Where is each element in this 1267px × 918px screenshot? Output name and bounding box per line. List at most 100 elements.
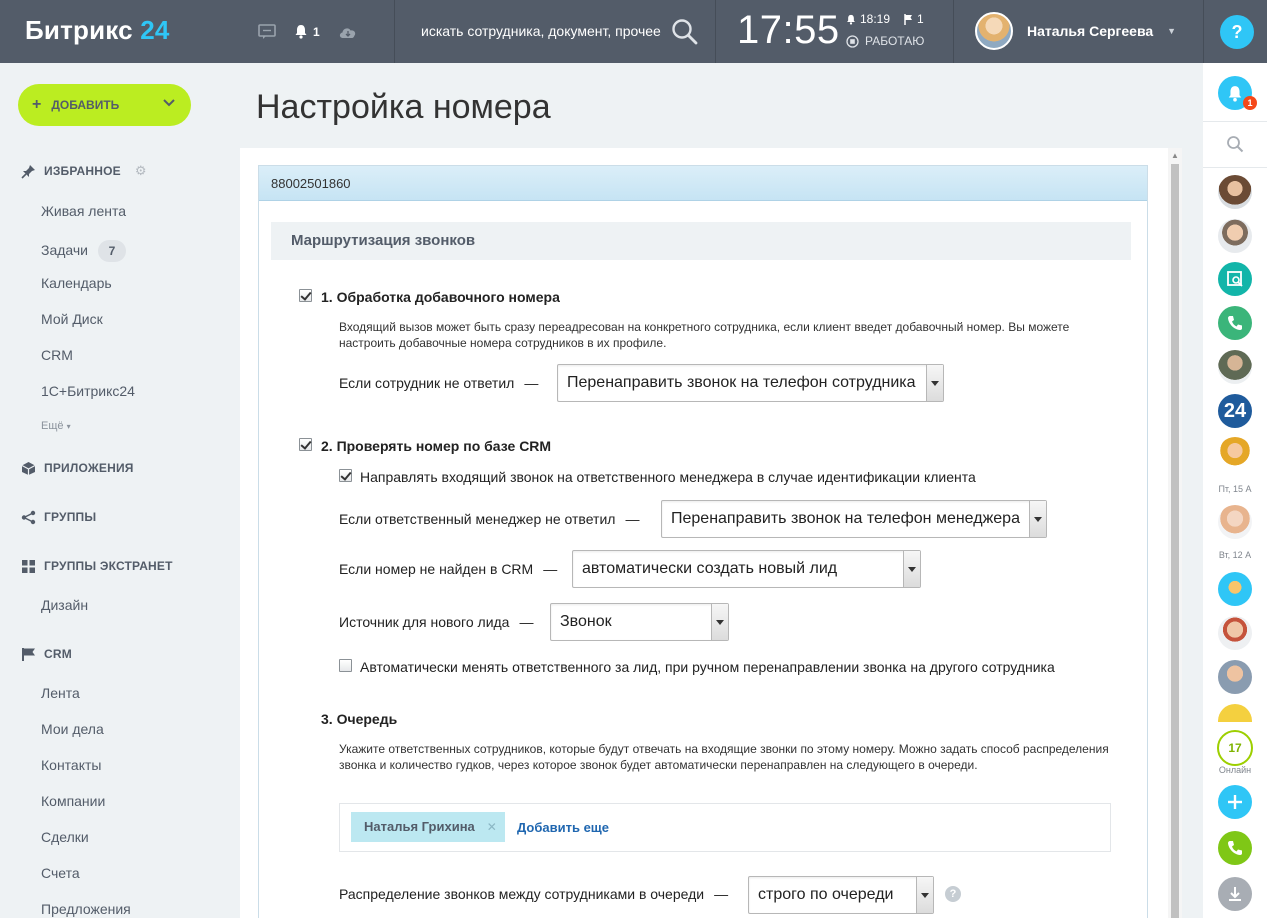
lead-source-select[interactable]: Звонок bbox=[550, 603, 729, 641]
contact-avatar[interactable] bbox=[1218, 505, 1252, 539]
auto-change-responsible-label[interactable]: Автоматически менять ответственного за л… bbox=[360, 659, 1055, 675]
contact-avatar[interactable] bbox=[1218, 262, 1252, 296]
online-counter[interactable]: 17 bbox=[1217, 730, 1253, 766]
section-1-description: Входящий вызов может быть сразу переадре… bbox=[339, 320, 1070, 350]
phone-icon bbox=[1228, 841, 1242, 855]
notifications-button[interactable]: 1 bbox=[294, 24, 320, 39]
help-icon[interactable]: ? bbox=[945, 886, 961, 902]
search-icon[interactable] bbox=[1226, 135, 1244, 153]
menu-item-disk[interactable]: Мой Диск bbox=[41, 311, 103, 327]
route-to-manager-checkbox[interactable] bbox=[339, 469, 352, 482]
menu-item-crm[interactable]: CRM bbox=[41, 347, 73, 363]
contact-avatar[interactable] bbox=[1218, 572, 1252, 606]
menu-item-contacts[interactable]: Контакты bbox=[41, 757, 101, 773]
dash: — bbox=[714, 886, 729, 902]
menu-item-feed[interactable]: Живая лента bbox=[41, 203, 126, 219]
manager-no-answer-select[interactable]: Перенаправить звонок на телефон менеджер… bbox=[661, 500, 1047, 538]
phone-icon bbox=[1228, 316, 1242, 330]
pin-icon bbox=[20, 163, 36, 179]
call-button[interactable] bbox=[1218, 831, 1252, 865]
chevron-down-icon bbox=[903, 551, 920, 587]
menu-section-groups[interactable]: ГРУППЫ bbox=[20, 509, 96, 525]
menu-section-extranet[interactable]: ГРУППЫ ЭКСТРАНЕТ bbox=[20, 558, 173, 574]
contact-avatar[interactable] bbox=[1218, 437, 1252, 471]
contact-avatar[interactable] bbox=[1218, 219, 1252, 253]
menu-item-1c[interactable]: 1С+Битрикс24 bbox=[41, 383, 135, 399]
menu-section-favorites[interactable]: ИЗБРАННОЕ ⚙ bbox=[20, 163, 147, 179]
not-found-action-select[interactable]: автоматически создать новый лид bbox=[572, 550, 921, 588]
clock-status[interactable]: 18:19 1 РАБОТАЮ bbox=[846, 12, 924, 48]
flag-icon bbox=[904, 13, 913, 25]
notifications-badge: 1 bbox=[1243, 96, 1257, 110]
add-more-link[interactable]: Добавить еще bbox=[517, 820, 609, 835]
help-button[interactable]: ? bbox=[1220, 15, 1254, 49]
add-chat-button[interactable] bbox=[1218, 785, 1252, 819]
menu-section-crm[interactable]: CRM bbox=[20, 646, 72, 662]
stop-circle-icon bbox=[846, 34, 859, 48]
select-value: Перенаправить звонок на телефон сотрудни… bbox=[567, 374, 916, 391]
contact-avatar[interactable] bbox=[1218, 660, 1252, 694]
clock[interactable]: 17:55 bbox=[737, 8, 840, 53]
work-status: РАБОТАЮ bbox=[865, 34, 925, 48]
contact-avatar[interactable] bbox=[1218, 306, 1252, 340]
menu-item-quotes[interactable]: Предложения bbox=[41, 901, 131, 917]
flag-count: 1 bbox=[917, 12, 924, 26]
crm-check-checkbox[interactable] bbox=[299, 438, 312, 451]
scroll-thumb[interactable] bbox=[1171, 164, 1179, 918]
menu-item-design[interactable]: Дизайн bbox=[41, 597, 88, 613]
contact-avatar[interactable] bbox=[1218, 350, 1252, 384]
search-document-icon bbox=[1227, 271, 1243, 287]
add-button[interactable]: + ДОБАВИТЬ bbox=[18, 84, 191, 126]
menu-more[interactable]: Ещё ▾ bbox=[41, 420, 71, 432]
chevron-down-icon: ▾ bbox=[66, 422, 71, 431]
search-input[interactable] bbox=[421, 18, 661, 44]
user-menu[interactable]: Наталья Сергеева ▼ bbox=[975, 12, 1176, 50]
auto-change-responsible-checkbox[interactable] bbox=[339, 659, 352, 672]
bell-icon bbox=[295, 25, 307, 39]
bitrix24-button[interactable]: 24 bbox=[1218, 394, 1252, 428]
contact-avatar[interactable] bbox=[1218, 704, 1252, 722]
dash: — bbox=[543, 561, 558, 577]
employee-tag[interactable]: Наталья Грихина ✕ bbox=[351, 812, 505, 842]
logo[interactable]: Битрикс 24 bbox=[25, 15, 170, 46]
menu-item-crm-feed[interactable]: Лента bbox=[41, 685, 80, 701]
menu-item-deals[interactable]: Сделки bbox=[41, 829, 89, 845]
select-value: Звонок bbox=[560, 613, 612, 630]
queue-distribution-select[interactable]: строго по очереди bbox=[748, 876, 934, 914]
header-divider bbox=[953, 0, 954, 63]
menu-item-companies[interactable]: Компании bbox=[41, 793, 105, 809]
route-to-manager-label[interactable]: Направлять входящий звонок на ответствен… bbox=[360, 469, 976, 485]
menu-item-calendar[interactable]: Календарь bbox=[41, 275, 112, 291]
field-label: Распределение звонков между сотрудниками… bbox=[339, 886, 705, 902]
help-area: ? bbox=[1203, 0, 1267, 63]
contact-avatar[interactable] bbox=[1218, 616, 1252, 650]
logo-accent: 24 bbox=[140, 15, 170, 45]
scrollbar[interactable]: ▲ bbox=[1168, 148, 1182, 918]
contact-avatar[interactable] bbox=[1218, 175, 1252, 209]
extension-handling-checkbox[interactable] bbox=[299, 289, 312, 302]
search-icon[interactable] bbox=[671, 18, 699, 46]
menu-item-tasks[interactable]: Задачи 7 bbox=[41, 240, 127, 262]
menu-item-my-activities[interactable]: Мои дела bbox=[41, 721, 104, 737]
menu-section-apps[interactable]: ПРИЛОЖЕНИЯ bbox=[20, 460, 134, 476]
menu-item-invoices[interactable]: Счета bbox=[41, 865, 80, 881]
right-panel: 1 24 Пт, 15 А Вт, 12 А 17 Онлайн bbox=[1203, 63, 1267, 918]
gear-icon[interactable]: ⚙ bbox=[135, 163, 147, 179]
chevron-down-icon bbox=[926, 365, 943, 401]
employee-no-answer-select[interactable]: Перенаправить звонок на телефон сотрудни… bbox=[557, 364, 944, 402]
close-icon[interactable]: ✕ bbox=[487, 812, 497, 842]
cloud-icon[interactable] bbox=[338, 25, 358, 39]
divider bbox=[1203, 121, 1267, 122]
section-3-title: 3. Очередь bbox=[321, 711, 398, 727]
scroll-up-icon[interactable]: ▲ bbox=[1171, 151, 1179, 160]
section-1-title: 1. Обработка добавочного номера bbox=[321, 289, 560, 305]
field-label: Если сотрудник не ответил bbox=[339, 375, 515, 391]
field-label: Источник для нового лида bbox=[339, 614, 510, 630]
queue-employees-box[interactable]: Наталья Грихина ✕ Добавить еще bbox=[339, 803, 1111, 852]
menu-section-label: ПРИЛОЖЕНИЯ bbox=[44, 461, 134, 475]
download-button[interactable] bbox=[1218, 877, 1252, 911]
bell-icon bbox=[1228, 85, 1242, 102]
chevron-down-icon bbox=[1029, 501, 1046, 537]
header-search bbox=[395, 0, 715, 63]
chat-icon[interactable] bbox=[258, 23, 276, 40]
